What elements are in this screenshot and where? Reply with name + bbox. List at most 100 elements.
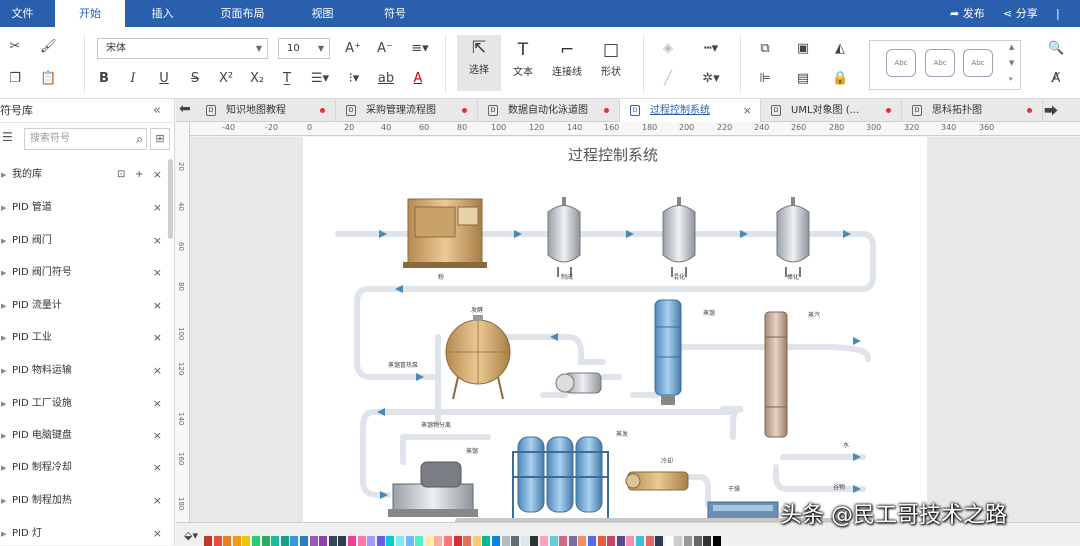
library-item[interactable]: ▶ PID 管道 × <box>0 197 168 219</box>
mill-equipment[interactable] <box>403 198 487 268</box>
connector-tool[interactable]: ⌐ 连接线 <box>545 37 589 78</box>
library-item-my-library[interactable]: ▶ 我的库 ⊡ + × <box>0 164 168 186</box>
close-icon[interactable]: × <box>153 457 162 479</box>
underline-icon[interactable]: U <box>156 71 172 87</box>
style-sample-1[interactable]: Abc <box>886 49 916 77</box>
find-icon[interactable]: 🔍 <box>1048 41 1064 57</box>
tab-process-control[interactable]: D 过程控制系统 × <box>620 99 761 122</box>
library-item[interactable]: ▶ PID 制程加热 × <box>0 490 168 512</box>
paint-bucket-icon[interactable]: ⬙▾ <box>184 529 198 542</box>
drawing-canvas[interactable]: 过程控制系统 粉 制成 混化 棒化 发酵 蒸馏 蒸汽 蒸馏冒热泵 蒸馏物分离 蒸… <box>190 137 1080 523</box>
distribute-icon[interactable]: ▤ <box>795 71 811 87</box>
tab-procurement-flow[interactable]: D 采购管理流程图 <box>336 99 478 122</box>
import-icon[interactable]: ⊡ <box>117 164 125 186</box>
library-item[interactable]: ▶ PID 制程冷却 × <box>0 457 168 479</box>
spell-check-icon[interactable]: A̸ <box>1048 71 1064 87</box>
close-icon[interactable]: × <box>153 490 162 512</box>
highlight-icon[interactable]: ab <box>374 71 398 87</box>
font-color-icon[interactable]: A <box>406 71 430 87</box>
shape-tool[interactable]: □ 形状 <box>589 37 633 78</box>
reactor-tank[interactable] <box>662 197 696 277</box>
centrifuge[interactable] <box>388 461 478 517</box>
line-color-icon[interactable]: ╱ <box>660 71 676 87</box>
add-icon[interactable]: + <box>135 164 143 186</box>
flip-icon[interactable]: ◭ <box>832 41 848 57</box>
decrease-font-icon[interactable]: A⁻ <box>377 41 393 57</box>
library-item[interactable]: ▶ PID 工业 × <box>0 327 168 349</box>
close-icon[interactable]: × <box>153 295 162 317</box>
style-sample-2[interactable]: Abc <box>925 49 955 77</box>
close-tab-icon[interactable]: × <box>743 99 752 122</box>
close-icon[interactable]: × <box>153 393 162 415</box>
align-icon[interactable]: ≡▾ <box>408 41 432 57</box>
pump[interactable] <box>555 372 602 394</box>
close-icon[interactable]: × <box>153 230 162 252</box>
close-icon[interactable]: × <box>153 360 162 382</box>
lock-icon[interactable]: 🔒 <box>832 71 848 87</box>
copy-icon[interactable]: ❐ <box>7 71 23 87</box>
library-item[interactable]: ▶ PID 灯 × <box>0 523 168 545</box>
text-case-icon[interactable]: T̲ <box>279 71 295 87</box>
menu-insert[interactable]: 插入 <box>135 0 190 27</box>
symbol-search-input[interactable]: 搜索符号 ⌕ <box>24 128 147 150</box>
close-icon[interactable]: × <box>153 523 162 545</box>
search-icon[interactable]: ⌕ <box>136 129 143 149</box>
arrange-icon[interactable]: ⧉ <box>757 41 773 57</box>
library-item[interactable]: ▶ PID 阀门符号 × <box>0 262 168 284</box>
close-icon[interactable]: × <box>153 197 162 219</box>
distillation-column[interactable] <box>654 299 682 405</box>
diagram-page[interactable]: 过程控制系统 粉 制成 混化 棒化 发酵 蒸馏 蒸汽 蒸馏冒热泵 蒸馏物分离 蒸… <box>303 137 927 523</box>
effects-icon[interactable]: ✲▾ <box>698 71 724 87</box>
library-menu-icon[interactable]: ☰ <box>2 130 13 144</box>
fermentation-tank[interactable] <box>445 315 511 400</box>
tab-knowledge-map[interactable]: D 知识地图教程 <box>196 99 336 122</box>
publish-button[interactable]: ➦ 发布 <box>950 0 985 27</box>
superscript-icon[interactable]: X² <box>218 71 234 87</box>
tab-data-swimlane[interactable]: D 数据自动化泳道图 <box>478 99 620 122</box>
subscript-icon[interactable]: X₂ <box>249 71 265 87</box>
stripping-column[interactable] <box>764 311 788 438</box>
library-scrollbar[interactable] <box>168 159 173 239</box>
tab-cisco-topology[interactable]: D 思科拓扑图 <box>902 99 1043 122</box>
strikethrough-icon[interactable]: S <box>187 71 203 87</box>
close-icon[interactable]: × <box>153 164 162 186</box>
bullet-list-icon[interactable]: ⁝▾ <box>342 71 366 87</box>
menu-page-layout[interactable]: 页面布局 <box>210 0 275 27</box>
dryer[interactable] <box>625 471 689 491</box>
close-icon[interactable]: × <box>153 327 162 349</box>
library-item[interactable]: ▶ PID 物料运输 × <box>0 360 168 382</box>
close-icon[interactable]: × <box>153 425 162 447</box>
menu-file[interactable]: 文件 <box>0 0 45 27</box>
close-icon[interactable]: × <box>153 262 162 284</box>
select-tool[interactable]: ⇱ 选择 <box>457 35 501 91</box>
align-objects-icon[interactable]: ⊫ <box>757 71 773 87</box>
tab-uml-object[interactable]: D UML对象图 (... <box>761 99 902 122</box>
reactor-tank[interactable] <box>547 197 581 277</box>
library-item[interactable]: ▶ PID 阀门 × <box>0 230 168 252</box>
evaporator-tanks[interactable] <box>512 436 609 523</box>
library-item[interactable]: ▶ PID 流量计 × <box>0 295 168 317</box>
reactor-tank[interactable] <box>776 197 810 277</box>
share-button[interactable]: ⋖ 分享 <box>1003 0 1038 27</box>
line-spacing-icon[interactable]: ☰▾ <box>308 71 332 87</box>
format-painter-icon[interactable]: 🖌 <box>40 39 57 55</box>
gallery-down-icon[interactable]: ▼ <box>1009 59 1014 67</box>
library-item[interactable]: ▶ PID 电脑键盘 × <box>0 425 168 447</box>
style-sample-3[interactable]: Abc <box>963 49 993 77</box>
tab-scroll-right-icon[interactable]: ⮕ <box>1044 101 1058 121</box>
library-options-icon[interactable]: ⊞ <box>150 128 170 150</box>
fill-icon[interactable]: ◈ <box>660 41 676 57</box>
paste-icon[interactable]: 📋 <box>40 71 56 87</box>
increase-font-icon[interactable]: A⁺ <box>345 41 361 57</box>
diagram-title[interactable]: 过程控制系统 <box>568 146 658 164</box>
tab-scroll-left-icon[interactable]: ⬅ <box>179 101 191 117</box>
group-icon[interactable]: ▣ <box>795 41 811 57</box>
menu-home[interactable]: 开始 <box>55 0 125 27</box>
text-tool[interactable]: T 文本 <box>501 37 545 78</box>
menu-view[interactable]: 视图 <box>295 0 350 27</box>
font-name-select[interactable]: 宋体 ▼ <box>97 38 268 59</box>
gallery-up-icon[interactable]: ▲ <box>1009 43 1014 51</box>
line-style-icon[interactable]: ┅▾ <box>698 41 724 57</box>
cut-icon[interactable]: ✂ <box>7 39 23 55</box>
menu-symbol[interactable]: 符号 <box>370 0 420 27</box>
